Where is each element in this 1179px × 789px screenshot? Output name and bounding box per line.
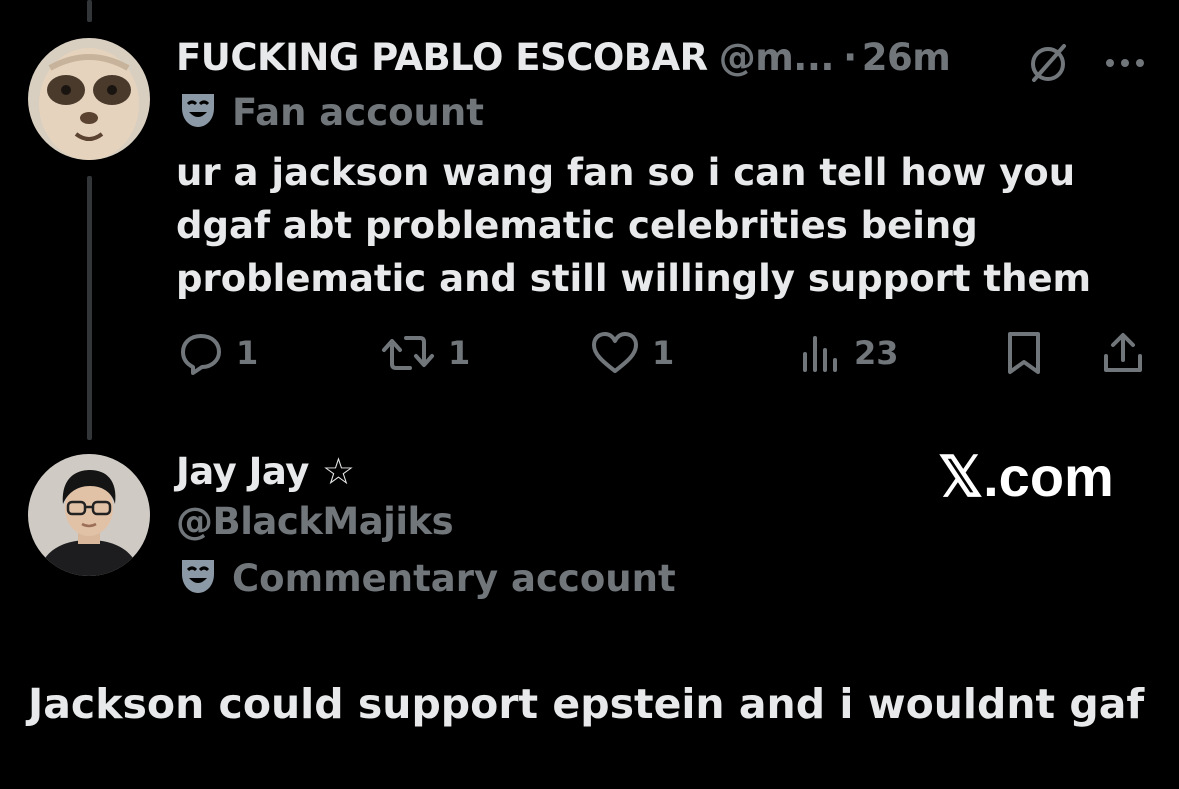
more-options-icon[interactable] [1104, 54, 1146, 73]
account-label-text: Fan account [232, 90, 484, 134]
reply-text: Jackson could support epstein and i woul… [28, 680, 1145, 728]
heart-icon [590, 330, 640, 376]
user-handle[interactable]: @BlackMajiks [176, 500, 454, 543]
views-icon [800, 330, 842, 376]
views-count: 23 [854, 334, 899, 372]
avatar[interactable] [28, 454, 150, 576]
avatar[interactable] [28, 38, 150, 160]
grok-icon[interactable] [1026, 40, 1072, 90]
display-name[interactable]: Jay Jay [176, 450, 309, 493]
tweet-header: FUCKING PABLO ESCOBAR @m... · 26m [176, 36, 951, 79]
theater-mask-icon [178, 90, 218, 134]
display-name[interactable]: FUCKING PABLO ESCOBAR [176, 36, 708, 79]
tweet-text: ur a jackson wang fan so i can tell how … [176, 146, 1136, 305]
tweet-text-line: problematic and still willingly support … [176, 257, 1092, 300]
reply-count: 1 [236, 334, 259, 372]
repost-button[interactable]: 1 [380, 330, 470, 376]
thread-line-top [87, 0, 92, 22]
x-com-watermark: 𝕏.com [938, 445, 1114, 508]
reply-header: Jay Jay ☆ [176, 450, 355, 493]
account-label: Commentary account [178, 556, 676, 600]
thread-line-bottom [87, 176, 92, 440]
reply-icon [178, 330, 224, 376]
reply-button[interactable]: 1 [178, 330, 258, 376]
account-label-text: Commentary account [232, 556, 676, 600]
repost-icon [380, 330, 436, 376]
bookmark-icon [1004, 330, 1044, 376]
time-separator: · [843, 36, 857, 79]
tweet-text-line: ur a jackson wang fan so i can tell how … [176, 151, 1076, 194]
bookmark-button[interactable] [1004, 330, 1044, 376]
share-icon [1100, 330, 1146, 376]
views-button[interactable]: 23 [800, 330, 899, 376]
user-handle[interactable]: @m... [719, 36, 835, 79]
repost-count: 1 [448, 334, 471, 372]
theater-mask-icon [178, 556, 218, 600]
account-label: Fan account [178, 90, 484, 134]
star-icon: ☆ [321, 450, 355, 493]
like-count: 1 [652, 334, 675, 372]
like-button[interactable]: 1 [590, 330, 674, 376]
tweet-time[interactable]: 26m [862, 36, 951, 79]
share-button[interactable] [1100, 330, 1146, 376]
tweet-text-line: dgaf abt problematic celebrities being [176, 204, 978, 247]
